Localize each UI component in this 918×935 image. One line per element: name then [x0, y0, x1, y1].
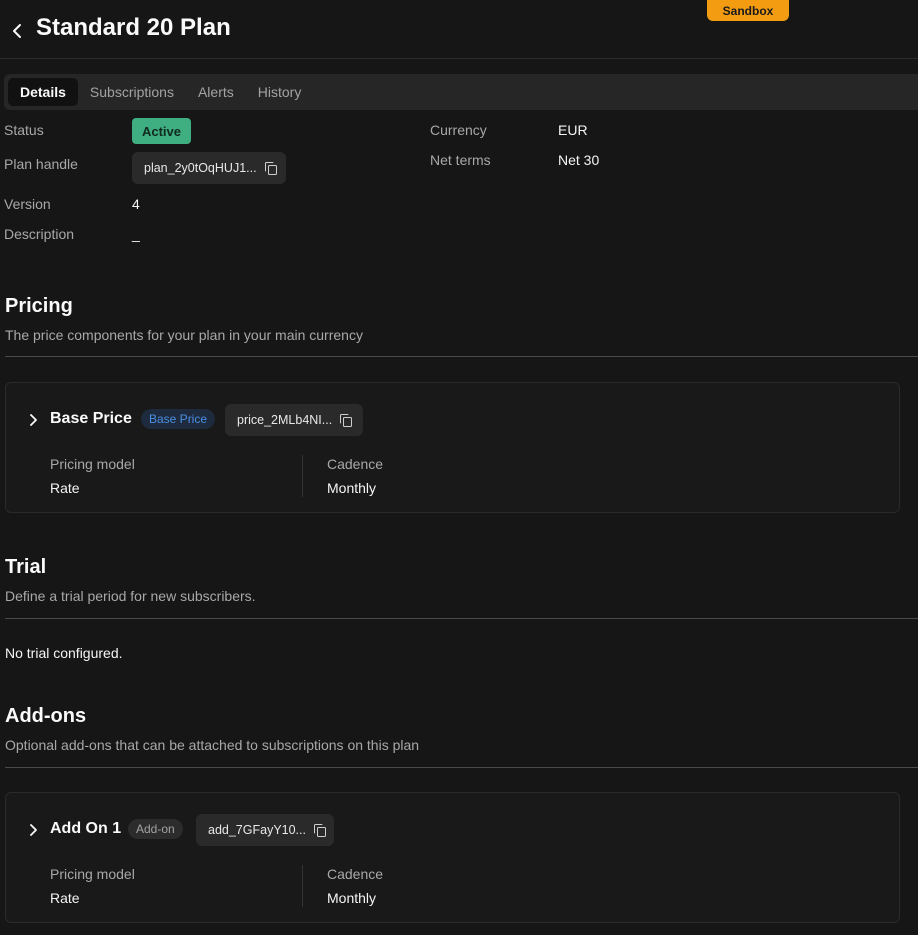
tab-bar: Details Subscriptions Alerts History	[4, 74, 918, 110]
page-header: Standard 20 Plan	[0, 0, 918, 59]
pricing-model-label: Pricing model	[50, 456, 135, 472]
pricing-model-label: Pricing model	[50, 866, 135, 882]
price-handle-value: price_2MLb4NI...	[237, 413, 333, 427]
plan-handle-label: Plan handle	[4, 156, 78, 172]
description-value: _	[132, 226, 140, 242]
page-title: Standard 20 Plan	[36, 14, 231, 41]
tab-details[interactable]: Details	[8, 78, 78, 106]
divider	[302, 455, 303, 497]
cadence-label: Cadence	[327, 456, 384, 472]
pricing-model-value: Rate	[50, 480, 80, 496]
tab-history[interactable]: History	[246, 78, 314, 106]
status-label: Status	[4, 122, 44, 138]
net-terms-label: Net terms	[430, 152, 491, 168]
plan-handle-value: plan_2y0tOqHUJ1...	[144, 161, 257, 175]
chevron-right-icon	[30, 414, 37, 426]
addon-handle-value: add_7GFayY10...	[208, 823, 306, 837]
base-price-badge: Base Price	[141, 409, 216, 429]
copy-icon	[340, 414, 353, 427]
copy-icon	[313, 824, 327, 837]
trial-title: Trial	[5, 556, 47, 578]
pricing-divider	[5, 356, 918, 357]
addon-card: Add On 1 Add-on add_7GFayY10... Pricing …	[5, 792, 900, 923]
currency-value: EUR	[558, 122, 588, 138]
addon-handle-chip[interactable]: add_7GFayY10...	[196, 814, 334, 846]
chevron-right-icon	[30, 824, 37, 836]
expand-button[interactable]	[26, 823, 40, 837]
trial-subtitle: Define a trial period for new subscriber…	[5, 588, 256, 604]
divider	[302, 865, 303, 907]
addon-name: Add On 1	[50, 820, 122, 837]
addons-subtitle: Optional add-ons that can be attached to…	[5, 737, 420, 753]
price-handle-chip[interactable]: price_2MLb4NI...	[225, 404, 363, 436]
cadence-value: Monthly	[327, 890, 377, 906]
tab-alerts[interactable]: Alerts	[186, 78, 246, 106]
addons-title: Add-ons	[5, 705, 87, 727]
expand-button[interactable]	[26, 413, 40, 427]
cadence-label: Cadence	[327, 866, 384, 882]
trial-divider	[5, 618, 918, 619]
trial-empty-text: No trial configured.	[5, 645, 123, 661]
price-card: Base Price Base Price price_2MLb4NI... P…	[5, 382, 900, 513]
pricing-subtitle: The price components for your plan in yo…	[5, 327, 363, 343]
plan-handle-chip[interactable]: plan_2y0tOqHUJ1...	[132, 152, 286, 184]
pricing-title: Pricing	[5, 295, 73, 317]
version-label: Version	[4, 196, 51, 212]
cadence-value: Monthly	[327, 480, 377, 496]
pricing-model-value: Rate	[50, 890, 80, 906]
tab-subscriptions[interactable]: Subscriptions	[78, 78, 186, 106]
version-value: 4	[132, 196, 140, 212]
back-button[interactable]	[8, 20, 26, 42]
copy-icon	[264, 162, 278, 175]
addons-divider	[5, 767, 918, 768]
net-terms-value: Net 30	[558, 152, 600, 168]
description-label: Description	[4, 226, 75, 242]
chevron-left-icon	[13, 24, 21, 38]
status-badge: Active	[132, 118, 191, 144]
currency-label: Currency	[430, 122, 487, 138]
price-name: Base Price	[50, 410, 132, 427]
addon-badge: Add-on	[128, 819, 183, 839]
